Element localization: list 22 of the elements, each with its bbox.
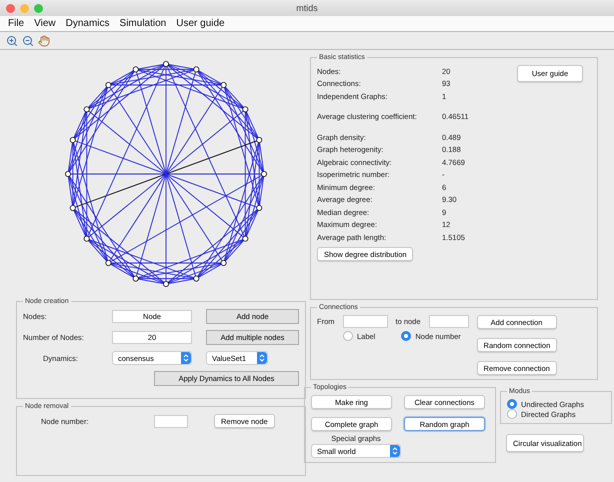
hand-icon[interactable]	[38, 34, 50, 46]
radio-button[interactable]	[401, 331, 412, 341]
zoom-in-icon[interactable]	[6, 34, 18, 46]
menu-item[interactable]: View	[34, 18, 56, 29]
window-title: mtids	[296, 3, 318, 13]
minimize-button[interactable]	[20, 4, 29, 12]
menu-item[interactable]: Simulation	[120, 18, 166, 29]
close-button[interactable]	[6, 4, 15, 12]
stepper-icon	[181, 352, 191, 364]
zoom-out-icon[interactable]	[22, 34, 34, 46]
radio-button[interactable]	[507, 399, 517, 409]
input-field[interactable]	[154, 414, 188, 428]
menu-item[interactable]: Dynamics	[66, 18, 110, 29]
stepper-icon	[390, 445, 400, 457]
menu-item[interactable]: User guide	[176, 18, 225, 29]
radio-button[interactable]	[343, 331, 353, 341]
input-field[interactable]	[428, 315, 469, 328]
stepper-icon	[257, 352, 267, 364]
maximize-button[interactable]	[34, 4, 43, 12]
menu-item[interactable]: File	[8, 18, 24, 29]
radio-button[interactable]	[507, 409, 517, 419]
input-field[interactable]	[342, 315, 388, 328]
